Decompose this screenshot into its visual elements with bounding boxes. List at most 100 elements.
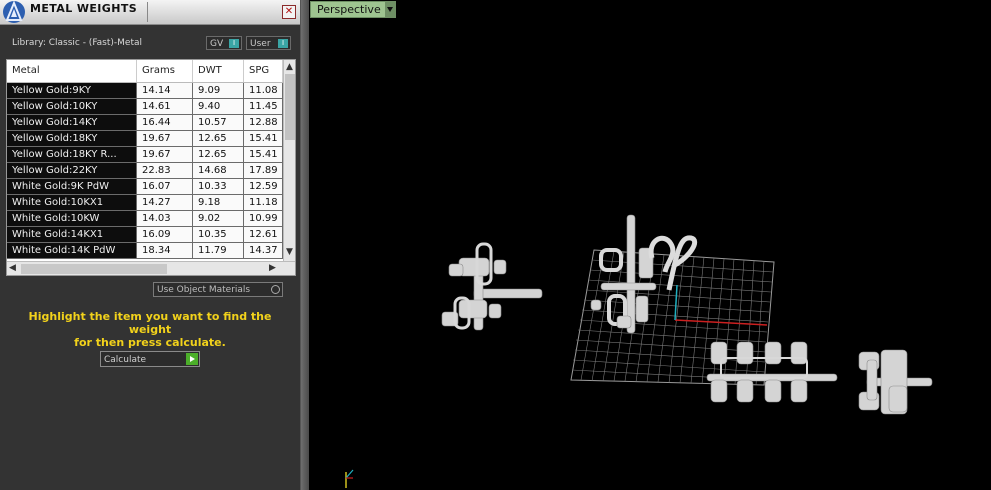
use-object-materials-checkbox[interactable]: Use Object Materials xyxy=(153,282,283,297)
scroll-right-icon[interactable]: ▶ xyxy=(269,262,276,274)
view-selector[interactable]: Perspective xyxy=(310,1,396,18)
user-toggle-label: User xyxy=(250,39,271,49)
cell-spg: 11.18 xyxy=(244,195,283,210)
cell-dwt: 14.68 xyxy=(193,163,244,178)
column-header-grams[interactable]: Grams xyxy=(137,60,193,82)
user-toggle[interactable]: User I xyxy=(246,36,291,50)
cell-metal: Yellow Gold:10KY xyxy=(7,99,137,114)
3d-viewport[interactable]: Perspective xyxy=(309,0,991,490)
cell-grams: 16.07 xyxy=(137,179,193,194)
cell-metal: White Gold:10KW xyxy=(7,211,137,226)
cell-metal: Yellow Gold:18KY xyxy=(7,131,137,146)
cell-metal: Yellow Gold:18KY R... xyxy=(7,147,137,162)
table-body: Yellow Gold:9KY 14.14 9.09 11.08 Yellow Gold… xyxy=(7,83,283,259)
cell-dwt: 9.18 xyxy=(193,195,244,210)
cell-spg: 15.41 xyxy=(244,131,283,146)
cell-dwt: 10.33 xyxy=(193,179,244,194)
cell-spg: 11.45 xyxy=(244,99,283,114)
table-row[interactable]: Yellow Gold:18KY R... 19.67 12.65 15.41 xyxy=(7,147,283,163)
cell-grams: 19.67 xyxy=(137,131,193,146)
scene-canvas xyxy=(345,214,933,488)
app-logo-icon xyxy=(3,0,25,23)
cell-grams: 18.34 xyxy=(137,243,193,258)
cell-dwt: 10.35 xyxy=(193,227,244,242)
vertical-scrollbar[interactable]: ▲ ▼ xyxy=(283,60,295,261)
table-row[interactable]: Yellow Gold:14KY 16.44 10.57 12.88 xyxy=(7,115,283,131)
table-row[interactable]: White Gold:14KX1 16.09 10.35 12.61 xyxy=(7,227,283,243)
y-axis-line xyxy=(674,284,678,321)
cell-spg: 11.08 xyxy=(244,83,283,98)
table-row[interactable]: Yellow Gold:22KY 22.83 14.68 17.89 xyxy=(7,163,283,179)
table-row[interactable]: White Gold:10KX1 14.27 9.18 11.18 xyxy=(7,195,283,211)
horizontal-scroll-thumb[interactable] xyxy=(21,264,167,274)
cell-grams: 16.44 xyxy=(137,115,193,130)
panel-titlebar: METAL WEIGHTS ✕ xyxy=(0,0,300,25)
column-header-dwt[interactable]: DWT xyxy=(193,60,244,82)
model-cluster-center xyxy=(590,214,698,334)
cell-spg: 12.88 xyxy=(244,115,283,130)
cell-metal: White Gold:10KX1 xyxy=(7,195,137,210)
table-row[interactable]: White Gold:14K PdW 18.34 11.79 14.37 xyxy=(7,243,283,259)
cell-metal: Yellow Gold:22KY xyxy=(7,163,137,178)
gv-toggle-label: GV xyxy=(210,39,224,49)
scroll-up-icon[interactable]: ▲ xyxy=(286,61,293,73)
cell-dwt: 12.65 xyxy=(193,147,244,162)
metal-table[interactable]: Metal Grams DWT SPG Yellow Gold:9KY 14.14… xyxy=(6,59,296,276)
panel-splitter[interactable] xyxy=(301,0,309,490)
toggle-knob-icon: I xyxy=(278,39,288,48)
cell-dwt: 9.40 xyxy=(193,99,244,114)
view-label: Perspective xyxy=(317,3,381,16)
cell-dwt: 10.57 xyxy=(193,115,244,130)
vertical-scroll-thumb[interactable] xyxy=(285,74,295,140)
cell-dwt: 12.65 xyxy=(193,131,244,146)
title-divider xyxy=(147,2,148,22)
cell-grams: 19.67 xyxy=(137,147,193,162)
cell-grams: 14.14 xyxy=(137,83,193,98)
cell-spg: 10.99 xyxy=(244,211,283,226)
cell-dwt: 9.09 xyxy=(193,83,244,98)
table-row[interactable]: White Gold:10KW 14.03 9.02 10.99 xyxy=(7,211,283,227)
cell-grams: 14.61 xyxy=(137,99,193,114)
cell-grams: 14.03 xyxy=(137,211,193,226)
radio-circle-icon xyxy=(271,285,280,294)
cell-grams: 22.83 xyxy=(137,163,193,178)
cell-grams: 16.09 xyxy=(137,227,193,242)
cell-spg: 15.41 xyxy=(244,147,283,162)
table-row[interactable]: Yellow Gold:18KY 19.67 12.65 15.41 xyxy=(7,131,283,147)
column-header-metal[interactable]: Metal xyxy=(7,60,137,82)
cell-metal: White Gold:14K PdW xyxy=(7,243,137,258)
chevron-down-icon[interactable] xyxy=(385,2,395,17)
cell-spg: 14.37 xyxy=(244,243,283,258)
scroll-down-icon[interactable]: ▼ xyxy=(286,246,293,258)
calculate-button[interactable]: Calculate xyxy=(100,351,200,367)
cell-metal: Yellow Gold:14KY xyxy=(7,115,137,130)
library-label: Library: Classic - (Fast)-Metal xyxy=(12,38,143,48)
model-cluster-left xyxy=(441,242,543,331)
play-icon xyxy=(186,353,198,365)
instruction-line-1: Highlight the item you want to find the … xyxy=(28,310,272,336)
cell-dwt: 9.02 xyxy=(193,211,244,226)
model-cluster-right xyxy=(858,349,933,415)
close-icon[interactable]: ✕ xyxy=(282,5,296,19)
table-row[interactable]: White Gold:9K PdW 16.07 10.33 12.59 xyxy=(7,179,283,195)
panel-title: METAL WEIGHTS xyxy=(30,2,138,15)
instruction-line-2: for then press calculate. xyxy=(74,336,226,349)
use-object-materials-label: Use Object Materials xyxy=(157,285,251,295)
cell-grams: 14.27 xyxy=(137,195,193,210)
cell-spg: 12.61 xyxy=(244,227,283,242)
table-header: Metal Grams DWT SPG xyxy=(7,60,283,83)
table-row[interactable]: Yellow Gold:10KY 14.61 9.40 11.45 xyxy=(7,99,283,115)
cell-dwt: 11.79 xyxy=(193,243,244,258)
model-cluster-lower xyxy=(706,341,838,403)
column-header-spg[interactable]: SPG xyxy=(244,60,283,82)
instruction-text: Highlight the item you want to find the … xyxy=(10,310,290,349)
calculate-label: Calculate xyxy=(104,355,147,365)
metal-weights-panel: METAL WEIGHTS ✕ Library: Classic - (Fast… xyxy=(0,0,301,490)
horizontal-scrollbar[interactable]: ◀ ▶ xyxy=(7,261,295,275)
cell-spg: 17.89 xyxy=(244,163,283,178)
table-row[interactable]: Yellow Gold:9KY 14.14 9.09 11.08 xyxy=(7,83,283,99)
cell-metal: Yellow Gold:9KY xyxy=(7,83,137,98)
scroll-left-icon[interactable]: ◀ xyxy=(9,262,16,274)
toggle-knob-icon: I xyxy=(229,39,239,48)
gv-toggle[interactable]: GV I xyxy=(206,36,242,50)
